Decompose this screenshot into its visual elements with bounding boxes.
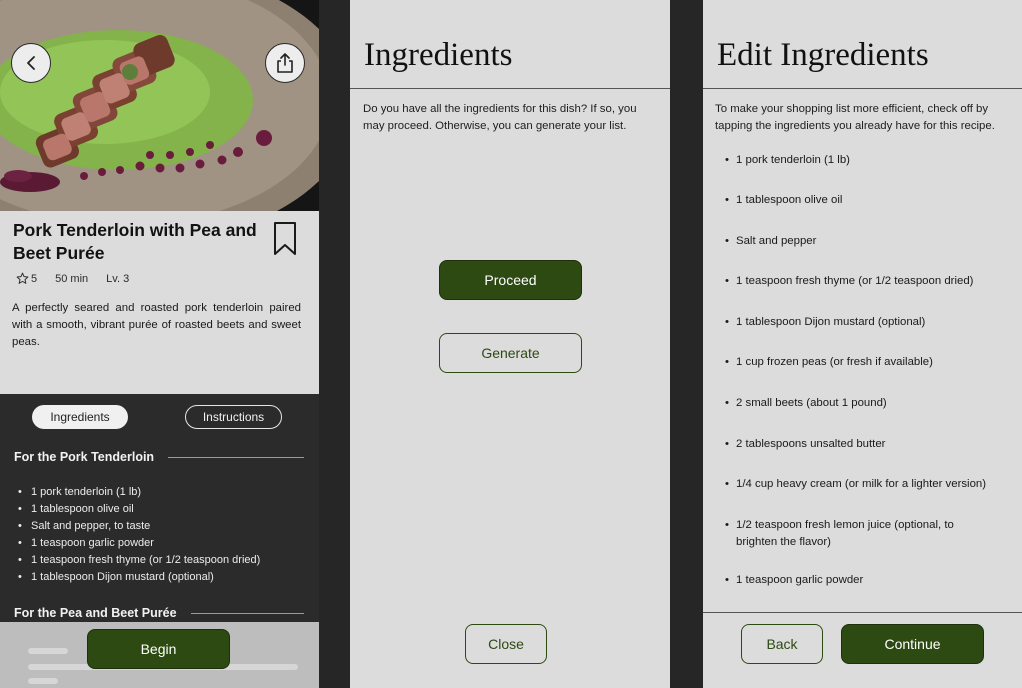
share-icon xyxy=(277,53,293,73)
rating-value: 5 xyxy=(31,272,38,285)
divider xyxy=(703,88,1022,89)
recipe-photo xyxy=(0,0,319,211)
recipe-detail-screen: Pork Tenderloin with Pea and Beet Purée … xyxy=(0,0,319,688)
tab-instructions[interactable]: Instructions xyxy=(185,405,282,429)
star-icon xyxy=(16,272,29,284)
ingredient-item[interactable]: 2 tablespoons unsalted butter xyxy=(725,436,1015,453)
close-button[interactable]: Close xyxy=(465,624,547,664)
chevron-left-icon xyxy=(27,56,35,70)
ingredient-item[interactable]: 1 tablespoon Dijon mustard (optional) xyxy=(725,314,1015,331)
page-title: Edit Ingredients xyxy=(717,37,929,73)
pork-ingredient-list: 1 pork tenderloin (1 lb) 1 tablespoon ol… xyxy=(18,484,260,586)
begin-button[interactable]: Begin xyxy=(87,629,230,669)
generate-button[interactable]: Generate xyxy=(439,333,582,373)
edit-ingredients-screen: Edit Ingredients To make your shopping l… xyxy=(703,0,1022,688)
list-item: 1 teaspoon fresh thyme (or 1/2 teaspoon … xyxy=(18,552,260,569)
recipe-info: Pork Tenderloin with Pea and Beet Purée … xyxy=(0,211,319,394)
ingredient-item[interactable]: 1 cup frozen peas (or fresh if available… xyxy=(725,354,1015,371)
ingredient-item[interactable]: 2 small beets (about 1 pound) xyxy=(725,395,1015,412)
divider xyxy=(168,456,304,458)
ingredient-item[interactable]: 1 tablespoon olive oil xyxy=(725,192,1015,209)
proceed-button[interactable]: Proceed xyxy=(439,260,582,300)
faded-text xyxy=(28,648,68,654)
section-header-pork: For the Pork Tenderloin xyxy=(14,450,304,464)
divider xyxy=(703,612,1022,613)
ingredients-confirm-screen: Ingredients Do you have all the ingredie… xyxy=(350,0,670,688)
share-button[interactable] xyxy=(265,43,305,83)
cook-time: 50 min xyxy=(55,272,89,285)
divider xyxy=(190,612,304,614)
list-item: 1 tablespoon olive oil xyxy=(18,501,260,518)
page-title: Ingredients xyxy=(364,37,513,73)
edit-instructions-text: To make your shopping list more efficien… xyxy=(715,103,995,132)
divider xyxy=(350,88,670,89)
bookmark-icon xyxy=(274,222,296,255)
recipe-meta: 5 50 min Lv. 3 xyxy=(16,272,147,285)
ingredient-item[interactable]: 1 teaspoon garlic powder xyxy=(725,572,1015,589)
ingredient-item[interactable]: 1/2 teaspoon fresh lemon juice (optional… xyxy=(725,517,975,551)
tab-ingredients[interactable]: Ingredients xyxy=(32,405,128,429)
list-item: 1 pork tenderloin (1 lb) xyxy=(18,484,260,501)
list-item: 1 tablespoon Dijon mustard (optional) xyxy=(18,569,260,586)
section-header-puree: For the Pea and Beet Purée xyxy=(14,606,304,620)
list-item: Salt and pepper, to taste xyxy=(18,518,260,535)
difficulty-level: Lv. 3 xyxy=(106,272,130,285)
ingredient-item[interactable]: 1 pork tenderloin (1 lb) xyxy=(725,152,1015,169)
ingredient-item[interactable]: 1/4 cup heavy cream (or milk for a light… xyxy=(725,476,1015,493)
back-button[interactable]: Back xyxy=(741,624,823,664)
confirm-text: Do you have all the ingredients for this… xyxy=(363,103,637,132)
recipe-title: Pork Tenderloin with Pea and Beet Purée xyxy=(13,220,257,263)
back-button[interactable] xyxy=(11,43,51,83)
rating: 5 xyxy=(16,272,37,285)
continue-button[interactable]: Continue xyxy=(841,624,984,664)
recipe-description: A perfectly seared and roasted pork tend… xyxy=(12,302,301,348)
ingredient-item[interactable]: Salt and pepper xyxy=(725,233,1015,250)
faded-text xyxy=(28,678,58,684)
ingredient-item[interactable]: 1 teaspoon fresh thyme (or 1/2 teaspoon … xyxy=(725,273,1015,290)
bookmark-button[interactable] xyxy=(272,221,298,262)
list-item: 1 teaspoon garlic powder xyxy=(18,535,260,552)
